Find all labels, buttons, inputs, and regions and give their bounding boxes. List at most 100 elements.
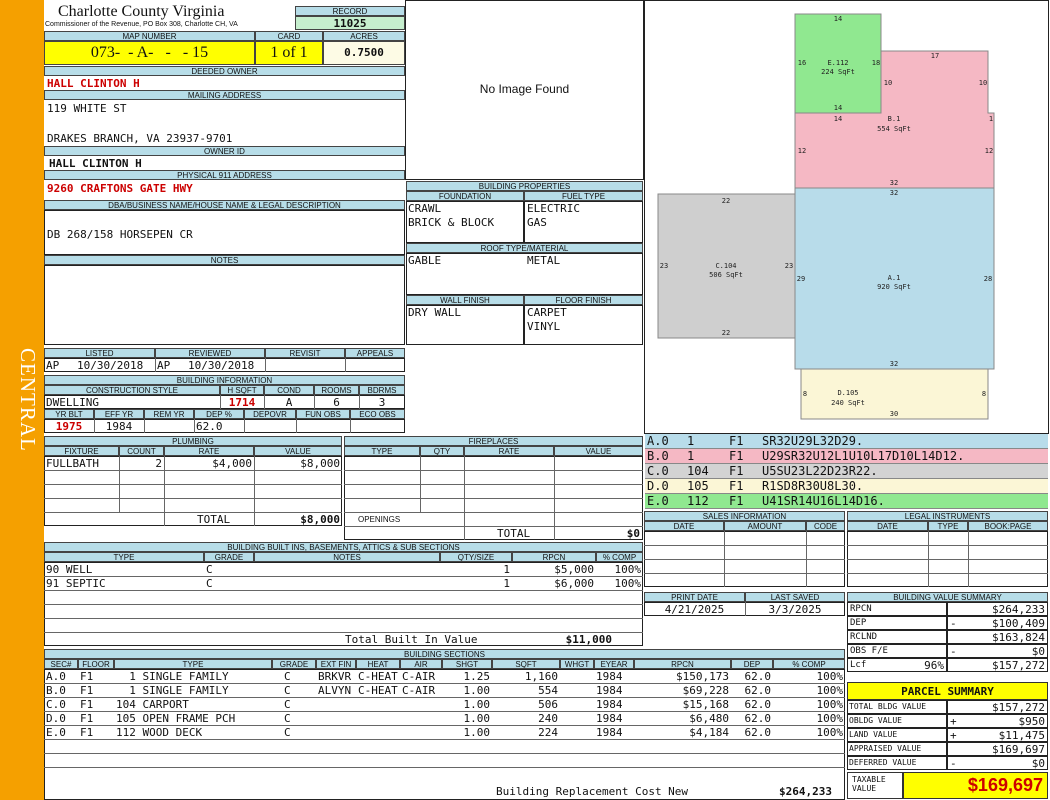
photo-placeholder-text: No Image Found bbox=[479, 82, 570, 96]
fireplaces-total-value: $0 bbox=[626, 527, 640, 540]
section-cell-comp: 100% bbox=[816, 712, 844, 725]
legend-floor: F1 bbox=[729, 479, 744, 493]
builtin-comp: 100% bbox=[614, 577, 642, 590]
building-info-title: BUILDING INFORMATION bbox=[44, 375, 405, 385]
plumbing-header-fixture: FIXTURE bbox=[44, 446, 119, 456]
sketch-label-e-sqft: 224 SqFt bbox=[821, 68, 855, 76]
physical-address-value: 9260 CRAFTONS GATE HWY bbox=[47, 182, 193, 195]
section-cell-shgt: 1.00 bbox=[463, 726, 491, 739]
depovr-label: DEPOVR bbox=[244, 409, 296, 419]
appeals-label: APPEALS bbox=[345, 348, 405, 358]
legend-path: R1SD8R30U8L30. bbox=[762, 479, 864, 493]
section-cell-floor: F1 bbox=[80, 726, 94, 739]
fireplaces-total-label: TOTAL bbox=[497, 527, 531, 540]
builtins-total-value: $11,000 bbox=[565, 633, 612, 646]
fireplaces-title: FIREPLACES bbox=[344, 436, 643, 446]
value-summary-label: Lcf bbox=[850, 660, 867, 670]
parcel-summary-label: DEFERRED VALUE bbox=[849, 758, 917, 767]
section-cell-sqft: 1,160 bbox=[524, 670, 558, 683]
cond-value: A bbox=[285, 396, 293, 409]
deeded-owner-value: HALL CLINTON H bbox=[47, 77, 140, 90]
yrblt-label: YR BLT bbox=[44, 409, 94, 419]
sections-title: BUILDING SECTIONS bbox=[44, 649, 845, 659]
roof-box bbox=[406, 253, 643, 295]
sketch-dim: 32 bbox=[890, 189, 898, 197]
section-cell-floor: F1 bbox=[80, 684, 94, 697]
section-cell-comp: 100% bbox=[816, 670, 844, 683]
card-value: 1 of 1 bbox=[255, 41, 323, 65]
section-cell-floor: F1 bbox=[80, 698, 94, 711]
yrblt-value: 1975 bbox=[55, 420, 83, 433]
style-value: DWELLING bbox=[46, 396, 99, 409]
legend-code: B.0 bbox=[647, 449, 669, 463]
builtin-comp: 100% bbox=[614, 563, 642, 576]
section-cell-rpcn: $150,173 bbox=[676, 670, 729, 683]
section-cell-type: 105 OPEN FRAME PCH bbox=[116, 712, 236, 725]
legend-floor: F1 bbox=[729, 494, 744, 508]
building-properties-title: BUILDING PROPERTIES bbox=[406, 181, 643, 191]
section-cell-sqft: 224 bbox=[538, 726, 558, 739]
section-cell-sqft: 506 bbox=[538, 698, 558, 711]
section-cell-type: 112 WOOD DECK bbox=[116, 726, 203, 739]
sketch-dim: 14 bbox=[834, 15, 842, 23]
builtin-type: 90 WELL bbox=[46, 563, 93, 576]
legend-floor: F1 bbox=[729, 434, 744, 448]
value-summary-pct: 96% bbox=[924, 659, 944, 672]
section-cell-heat: C-HEAT bbox=[358, 684, 398, 697]
parcel-summary-label: OBLDG VALUE bbox=[849, 716, 902, 725]
listed-label: LISTED bbox=[44, 348, 155, 358]
physical-address-label: PHYSICAL 911 ADDRESS bbox=[44, 170, 405, 180]
sections-header: TYPE bbox=[114, 659, 272, 669]
builtin-qty: 1 bbox=[503, 563, 510, 576]
cond-label: COND bbox=[264, 385, 314, 395]
sketch-label-a-sqft: 920 SqFt bbox=[877, 283, 911, 291]
listed-by: AP bbox=[46, 359, 60, 372]
sections-footer-value: $264,233 bbox=[779, 785, 832, 798]
sketch-label-d-code: D.105 bbox=[837, 389, 858, 397]
section-cell-sqft: 554 bbox=[538, 684, 558, 697]
section-cell-grade: C bbox=[284, 684, 291, 697]
taxable-value-label: TAXABLE VALUE bbox=[847, 772, 903, 799]
sections-header: GRADE bbox=[272, 659, 316, 669]
sketch-dim: 10 bbox=[979, 79, 987, 87]
dep-value: 62.0 bbox=[196, 420, 223, 433]
section-cell-grade: C bbox=[284, 698, 291, 711]
effyr-label: EFF YR bbox=[94, 409, 144, 419]
fireplaces-openings-label: OPENINGS bbox=[358, 515, 401, 524]
dep-label: DEP % bbox=[194, 409, 244, 419]
section-cell-dep: 62.0 bbox=[744, 698, 772, 711]
sidebar-district-label: CENTRAL bbox=[16, 348, 40, 452]
roof-type-value: GABLE bbox=[408, 254, 442, 267]
plumbing-row-count: 2 bbox=[155, 457, 162, 470]
fireplaces-header-qty: QTY bbox=[420, 446, 464, 456]
legend-code: E.0 bbox=[647, 494, 669, 508]
sections-header: DEP bbox=[731, 659, 773, 669]
acres-label: ACRES bbox=[323, 31, 405, 41]
builtin-type: 91 SEPTIC bbox=[46, 577, 106, 590]
legend-count: 104 bbox=[687, 464, 709, 478]
builtins-header-grade: GRADE bbox=[204, 552, 254, 562]
foundation-value-1: CRAWL bbox=[408, 202, 442, 215]
sections-header: EYEAR bbox=[594, 659, 634, 669]
sections-header: SQFT bbox=[492, 659, 560, 669]
legend-code: D.0 bbox=[647, 479, 669, 493]
legend-floor: F1 bbox=[729, 464, 744, 478]
section-cell-floor: F1 bbox=[80, 712, 94, 725]
builtins-header-qty: QTY/SIZE bbox=[440, 552, 512, 562]
reviewed-label: REVIEWED bbox=[155, 348, 265, 358]
legend-count: 1 bbox=[687, 449, 695, 463]
parcel-summary-label: APPRAISED VALUE bbox=[849, 744, 922, 753]
section-cell-grade: C bbox=[284, 712, 291, 725]
section-cell-sec: B.0 bbox=[46, 684, 66, 697]
wall-finish-value: DRY WALL bbox=[408, 306, 461, 319]
section-cell-floor: F1 bbox=[80, 670, 94, 683]
builtin-rpcn: $6,000 bbox=[554, 577, 594, 590]
builtins-title: BUILDING BUILT INS, BASEMENTS, ATTICS & … bbox=[44, 542, 643, 552]
ecoobs-label: ECO OBS bbox=[350, 409, 405, 419]
value-summary-label: RPCN bbox=[850, 604, 872, 614]
roof-label: ROOF TYPE/MATERIAL bbox=[406, 243, 643, 253]
last-saved-label: LAST SAVED bbox=[745, 592, 845, 602]
plumbing-row-value: $8,000 bbox=[300, 457, 340, 470]
reviewed-by: AP bbox=[157, 359, 171, 372]
fireplaces-header-rate: RATE bbox=[464, 446, 554, 456]
